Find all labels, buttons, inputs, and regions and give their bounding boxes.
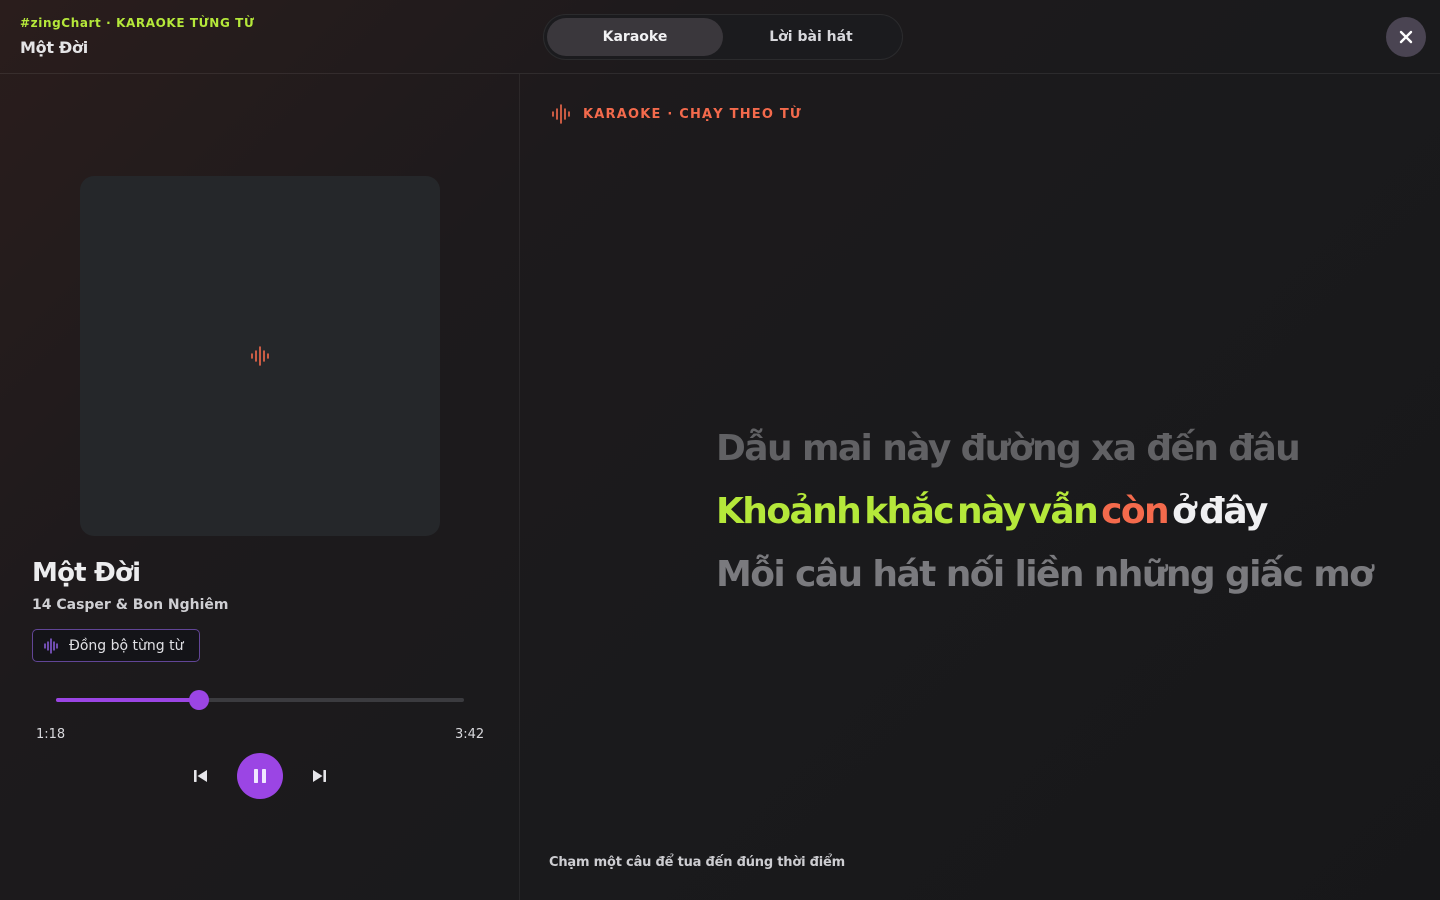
playback-controls (180, 752, 340, 800)
lyric-word: ở (1172, 491, 1197, 532)
lyrics-list: Dẫu mai này đường xa đến đâu Khoảnh khắc n… (716, 426, 1374, 615)
lyric-line-next[interactable]: Mỗi câu hát nối liền những giấc mơ (716, 552, 1374, 615)
lyric-line-previous[interactable]: Dẫu mai này đường xa đến đâu (716, 426, 1372, 489)
total-time: 3:42 (455, 727, 485, 742)
tab-karaoke[interactable]: Karaoke (547, 18, 723, 56)
song-artist: 14 Casper & Bon Nghiêm (32, 597, 229, 613)
audio-wave-icon (44, 637, 58, 654)
lyric-word: đây (1199, 491, 1268, 532)
audio-wave-icon (552, 104, 570, 124)
mode-tabs: Karaoke Lời bài hát (543, 14, 903, 60)
player-panel: Một Đời 14 Casper & Bon Nghiêm Đồng bộ t… (0, 74, 520, 900)
progress-slider[interactable] (56, 689, 464, 711)
close-button[interactable] (1386, 17, 1426, 57)
audio-wave-icon (251, 346, 269, 366)
lyric-word: Khoảnh (716, 491, 862, 532)
next-icon (313, 770, 326, 782)
pause-button[interactable] (237, 753, 283, 799)
karaoke-mode-label: KARAOKE · CHẠY THEO TỪ (551, 104, 802, 124)
lyric-word: khắc (864, 491, 954, 532)
song-title: Một Đời (32, 558, 141, 588)
header: #zingChart · KARAOKE TỪNG TỪ Một Đời Kar… (0, 0, 1440, 74)
current-time: 1:18 (36, 727, 66, 742)
word-sync-label: Đồng bộ từng từ (69, 637, 184, 654)
album-cover (80, 176, 440, 536)
brand-line: #zingChart · KARAOKE TỪNG TỪ (20, 16, 255, 30)
previous-button[interactable] (188, 764, 214, 788)
word-sync-button[interactable]: Đồng bộ từng từ (32, 629, 201, 662)
pause-icon (254, 769, 266, 783)
lyric-line-current[interactable]: Khoảnh khắc này vẫn còn ở đây (716, 489, 1372, 552)
previous-icon (194, 770, 207, 782)
lyric-word: này (957, 491, 1026, 532)
karaoke-panel: KARAOKE · CHẠY THEO TỪ Dẫu mai này đường… (521, 74, 1440, 900)
seek-hint: Chạm một câu để tua đến đúng thời điểm (549, 855, 845, 870)
tab-lyrics[interactable]: Lời bài hát (723, 18, 899, 56)
next-button[interactable] (306, 764, 332, 788)
lyric-word: còn (1101, 491, 1170, 532)
header-title: Một Đời (20, 38, 88, 57)
lyric-word: vẫn (1028, 491, 1099, 532)
progress-thumb[interactable] (189, 690, 210, 710)
progress-fill (56, 698, 200, 702)
close-icon (1399, 30, 1413, 44)
karaoke-mode-text: KARAOKE · CHẠY THEO TỪ (583, 106, 802, 122)
